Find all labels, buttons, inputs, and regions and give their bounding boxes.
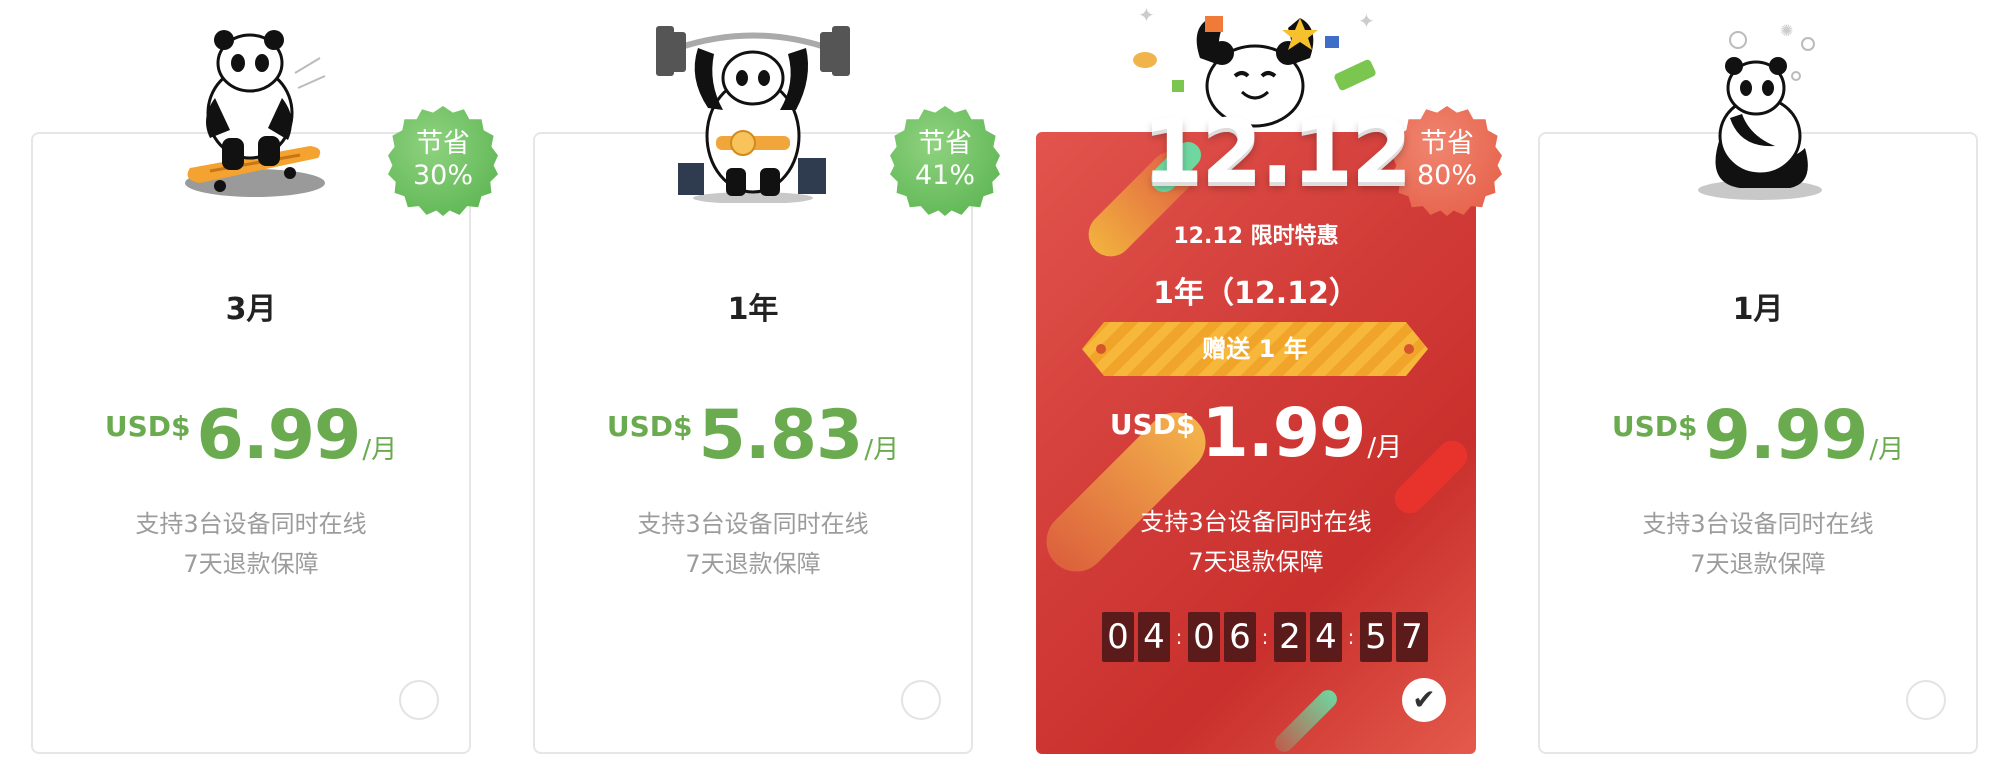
feature-refund: 7天退款保障	[685, 550, 821, 578]
gift-label: 赠送 1 年	[1202, 335, 1308, 363]
plan-card-3-months[interactable]: 3月 USD$6.99/月 支持3台设备同时在线 7天退款保障	[31, 132, 471, 754]
sitting-panda-icon: ✺	[1698, 21, 1822, 200]
currency-label: USD$	[104, 410, 191, 443]
feature-devices: 支持3台设备同时在线	[1642, 510, 1874, 538]
feature-refund: 7天退款保障	[1690, 550, 1826, 578]
countdown-digit: 0	[1188, 612, 1220, 662]
countdown-digit: 2	[1274, 612, 1306, 662]
promo-label: 12.12 限时特惠	[1173, 224, 1339, 249]
plan-select-radio[interactable]	[399, 680, 439, 720]
decor-stripe	[1271, 686, 1341, 754]
plan-title: 1月	[1732, 292, 1784, 327]
plan-select-radio[interactable]	[1906, 680, 1946, 720]
price: USD$5.83/月	[535, 396, 971, 475]
weightlifting-panda-icon	[656, 26, 850, 203]
price: USD$1.99/月	[1036, 394, 1476, 473]
event-title: 12.12	[1142, 100, 1412, 203]
price-period: /月	[1367, 433, 1403, 463]
countdown-digit: 6	[1224, 612, 1256, 662]
svg-text:✦: ✦	[1138, 8, 1155, 27]
countdown-digit: 7	[1396, 612, 1428, 662]
feature-devices: 支持3台设备同时在线	[1140, 508, 1372, 536]
skateboard-panda-icon	[185, 30, 326, 197]
plan-select-radio[interactable]	[901, 680, 941, 720]
countdown-separator: :	[1175, 625, 1183, 649]
countdown-digit: 0	[1102, 612, 1134, 662]
countdown-timer: 0 4 : 0 6 : 2 4 : 5 7	[1102, 612, 1432, 662]
feature-devices: 支持3台设备同时在线	[637, 510, 869, 538]
plan-card-1-month[interactable]: 1月 USD$9.99/月 支持3台设备同时在线 7天退款保障	[1538, 132, 1978, 754]
currency-label: USD$	[1611, 410, 1698, 443]
price-period: /月	[362, 435, 398, 465]
price: USD$9.99/月	[1540, 396, 1976, 475]
badge-percent: 30%	[412, 160, 473, 191]
countdown-digit: 4	[1138, 612, 1170, 662]
price-period: /月	[1869, 435, 1905, 465]
badge-label: 节省	[416, 128, 470, 159]
pricing-plans: 3月 USD$6.99/月 支持3台设备同时在线 7天退款保障 1年 USD$5…	[0, 0, 2016, 778]
ribbon-rivet	[1404, 344, 1414, 354]
price-period: /月	[864, 435, 900, 465]
plan-card-1212-featured[interactable]: 12.12 限时特惠 1年（12.12） 赠送 1 年 USD$1.99/月 支…	[1036, 132, 1476, 754]
price: USD$6.99/月	[33, 396, 469, 475]
badge-percent: 41%	[914, 160, 975, 191]
price-amount: 6.99	[196, 396, 362, 475]
currency-label: USD$	[1109, 408, 1196, 441]
badge-label: 节省	[918, 128, 972, 159]
countdown-digit: 4	[1310, 612, 1342, 662]
gift-ribbon: 赠送 1 年	[1082, 322, 1428, 376]
plan-card-1-year[interactable]: 1年 USD$5.83/月 支持3台设备同时在线 7天退款保障	[533, 132, 973, 754]
price-amount: 1.99	[1201, 394, 1367, 473]
countdown-separator: :	[1261, 625, 1269, 649]
plan-title: 1年	[727, 292, 779, 327]
countdown-digit: 5	[1360, 612, 1392, 662]
plan-title: 1年（12.12）	[1153, 276, 1359, 311]
svg-text:✦: ✦	[1358, 9, 1375, 33]
feature-devices: 支持3台设备同时在线	[135, 510, 367, 538]
price-amount: 5.83	[698, 396, 864, 475]
currency-label: USD$	[606, 410, 693, 443]
price-amount: 9.99	[1703, 396, 1869, 475]
selected-check-icon[interactable]: ✔	[1402, 678, 1446, 722]
svg-text:✺: ✺	[1780, 21, 1793, 40]
countdown-separator: :	[1347, 625, 1355, 649]
feature-refund: 7天退款保障	[1188, 548, 1324, 576]
plan-title: 3月	[225, 292, 277, 327]
feature-refund: 7天退款保障	[183, 550, 319, 578]
ribbon-rivet	[1096, 344, 1106, 354]
